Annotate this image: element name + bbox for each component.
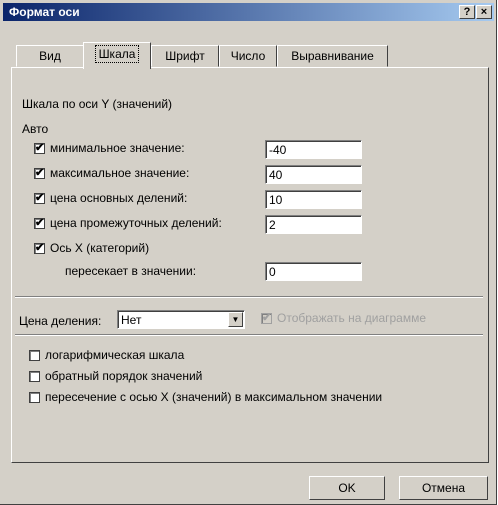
crosses-label: Ось X (категорий) <box>50 241 150 255</box>
chevron-down-icon[interactable]: ▼ <box>228 312 243 327</box>
minor-unit-label: цена промежуточных делений: <box>50 216 222 230</box>
min-value-input[interactable]: -40 <box>265 140 362 159</box>
reverse-order-checkbox[interactable] <box>29 371 40 382</box>
log-scale-checkbox[interactable] <box>29 350 40 361</box>
crosses-at-label: пересекает в значении: <box>65 264 197 278</box>
max-auto-checkbox[interactable]: ✔ <box>34 167 45 179</box>
check-mark-icon: ✔ <box>262 312 272 324</box>
check-mark-icon: ✔ <box>35 167 45 179</box>
check-mark-icon: ✔ <box>35 142 45 154</box>
log-scale-label: логарифмическая шкала <box>45 348 185 362</box>
max-label: максимальное значение: <box>50 166 190 180</box>
tab-view[interactable]: Вид <box>16 45 84 67</box>
minor-unit-input[interactable]: 2 <box>265 215 362 234</box>
scale-tab-panel: Шкала по оси Y (значений) Авто ✔ минимал… <box>11 67 489 463</box>
window-title: Формат оси <box>9 5 80 19</box>
show-on-chart-label: Отображать на диаграмме <box>277 311 427 325</box>
cross-at-max-label: пересечение с осью X (значений) в максим… <box>45 390 383 404</box>
help-button[interactable]: ? <box>459 5 475 19</box>
cross-at-max-checkbox[interactable] <box>29 392 40 403</box>
reverse-order-label: обратный порядок значений <box>45 369 203 383</box>
format-axis-dialog: Формат оси ? × Вид Шкала Шрифт Число Выр… <box>0 0 497 505</box>
min-auto-checkbox[interactable]: ✔ <box>34 142 45 154</box>
display-units-label: Цена деления: <box>19 314 102 328</box>
scale-heading: Шкала по оси Y (значений) <box>22 97 173 111</box>
auto-label: Авто <box>22 122 49 136</box>
show-on-chart-checkbox[interactable]: ✔ <box>261 312 272 324</box>
tab-number[interactable]: Число <box>219 45 277 67</box>
tab-alignment[interactable]: Выравнивание <box>277 45 388 67</box>
major-unit-auto-checkbox[interactable]: ✔ <box>34 192 45 204</box>
crosses-at-input[interactable]: 0 <box>265 262 362 281</box>
crosses-auto-checkbox[interactable]: ✔ <box>34 242 45 254</box>
major-unit-input[interactable]: 10 <box>265 190 362 209</box>
title-bar[interactable]: Формат оси ? × <box>3 3 494 21</box>
minor-unit-auto-checkbox[interactable]: ✔ <box>34 217 45 229</box>
tab-font[interactable]: Шрифт <box>151 45 219 67</box>
ok-button[interactable]: OK <box>309 476 385 500</box>
cancel-button[interactable]: Отмена <box>399 476 488 500</box>
check-mark-icon: ✔ <box>35 217 45 229</box>
display-units-select[interactable]: Нет ▼ <box>117 310 245 329</box>
tab-scale[interactable]: Шкала <box>83 42 151 69</box>
separator <box>15 334 483 336</box>
check-mark-icon: ✔ <box>35 192 45 204</box>
check-mark-icon: ✔ <box>35 242 45 254</box>
major-unit-label: цена основных делений: <box>50 191 188 205</box>
max-value-input[interactable]: 40 <box>265 165 362 184</box>
min-label: минимальное значение: <box>50 141 185 155</box>
close-button[interactable]: × <box>476 5 492 19</box>
separator <box>15 296 483 298</box>
